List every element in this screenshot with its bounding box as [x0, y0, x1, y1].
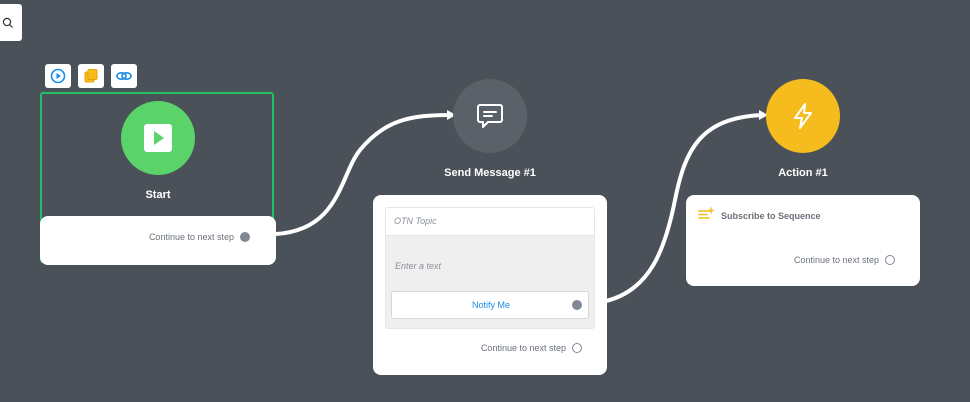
play-square-icon	[144, 124, 172, 152]
notify-me-button[interactable]: Notify Me	[391, 291, 589, 319]
send-message-node-circle[interactable]	[453, 79, 527, 153]
search-button[interactable]	[0, 4, 22, 41]
start-node-footer: Continue to next step	[40, 216, 276, 265]
notify-me-label: Notify Me	[471, 300, 510, 310]
action-card[interactable]: Subscribe to Sequence Continue to next s…	[686, 195, 920, 286]
send-message-continue-label: Continue to next step	[480, 343, 566, 353]
send-message-node-title: Send Message #1	[444, 167, 536, 179]
subscribe-sequence-label[interactable]: Subscribe to Sequence	[721, 211, 821, 221]
message-content-block: OTN Topic Enter a text Notify Me	[385, 207, 595, 329]
chat-bubble-icon	[477, 104, 503, 128]
send-message-output-port[interactable]	[572, 343, 582, 353]
link-button[interactable]	[111, 64, 137, 88]
action-node-title: Action #1	[778, 167, 828, 179]
otn-topic-field[interactable]: OTN Topic	[386, 208, 594, 236]
preview-button[interactable]	[45, 64, 71, 88]
action-output-port[interactable]	[885, 255, 895, 265]
action-continue-label: Continue to next step	[793, 255, 879, 265]
play-icon	[50, 68, 66, 84]
copy-icon	[84, 69, 98, 83]
sequence-icon	[698, 207, 714, 219]
action-node-circle[interactable]	[766, 79, 840, 153]
message-text-placeholder[interactable]: Enter a text	[395, 261, 441, 271]
send-message-card[interactable]: OTN Topic Enter a text Notify Me Continu…	[373, 195, 607, 375]
search-icon	[2, 17, 13, 28]
link-icon	[116, 71, 132, 81]
start-node-circle[interactable]	[121, 101, 195, 175]
start-output-port[interactable]	[240, 232, 250, 242]
start-continue-label: Continue to next step	[148, 232, 234, 242]
start-node-title: Start	[145, 189, 171, 201]
lightning-icon	[794, 103, 812, 129]
duplicate-button[interactable]	[78, 64, 104, 88]
otn-topic-placeholder: OTN Topic	[394, 216, 437, 226]
notify-me-output-port[interactable]	[572, 300, 582, 310]
